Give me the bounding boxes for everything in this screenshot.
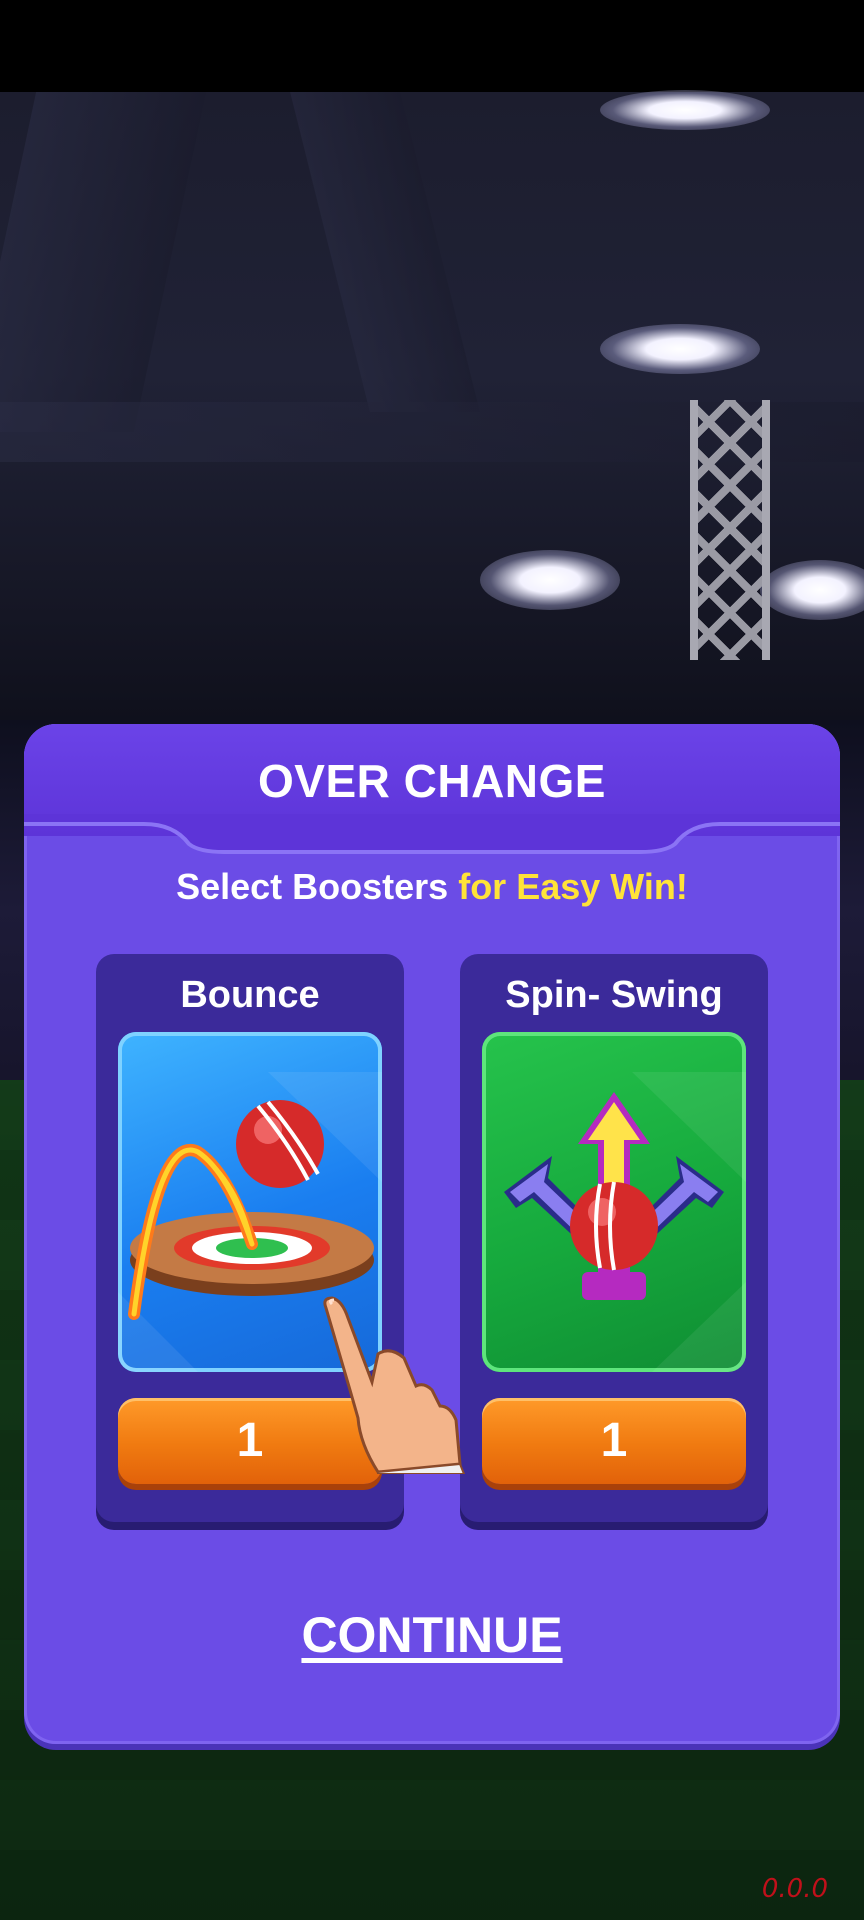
continue-button[interactable]: CONTINUE — [24, 1606, 840, 1664]
version-label: 0.0.0 — [761, 1874, 828, 1904]
floodlight-tower — [690, 400, 770, 660]
spin-swing-arrows-icon — [504, 1072, 746, 1372]
header-divider — [24, 814, 840, 854]
subtitle-highlight: for Easy Win! — [458, 866, 688, 907]
dialog-subtitle: Select Boosters for Easy Win! — [24, 866, 840, 908]
floodlight — [600, 90, 770, 130]
status-bar — [0, 0, 864, 92]
booster-label: Spin- Swing — [505, 974, 723, 1016]
booster-card-spin-swing[interactable]: Spin- Swing 1 — [460, 954, 768, 1522]
floodlight — [480, 550, 620, 610]
floodlight — [600, 324, 760, 374]
booster-label: Bounce — [180, 974, 320, 1016]
over-change-dialog: OVER CHANGE Select Boosters for Easy Win… — [24, 724, 840, 1744]
dialog-title: OVER CHANGE — [258, 755, 606, 807]
booster-count-button[interactable]: 1 — [482, 1398, 746, 1484]
booster-tile-spin-swing[interactable] — [482, 1032, 746, 1372]
tutorial-hand-pointer-icon — [323, 1296, 466, 1474]
subtitle-text: Select Boosters — [176, 866, 459, 907]
